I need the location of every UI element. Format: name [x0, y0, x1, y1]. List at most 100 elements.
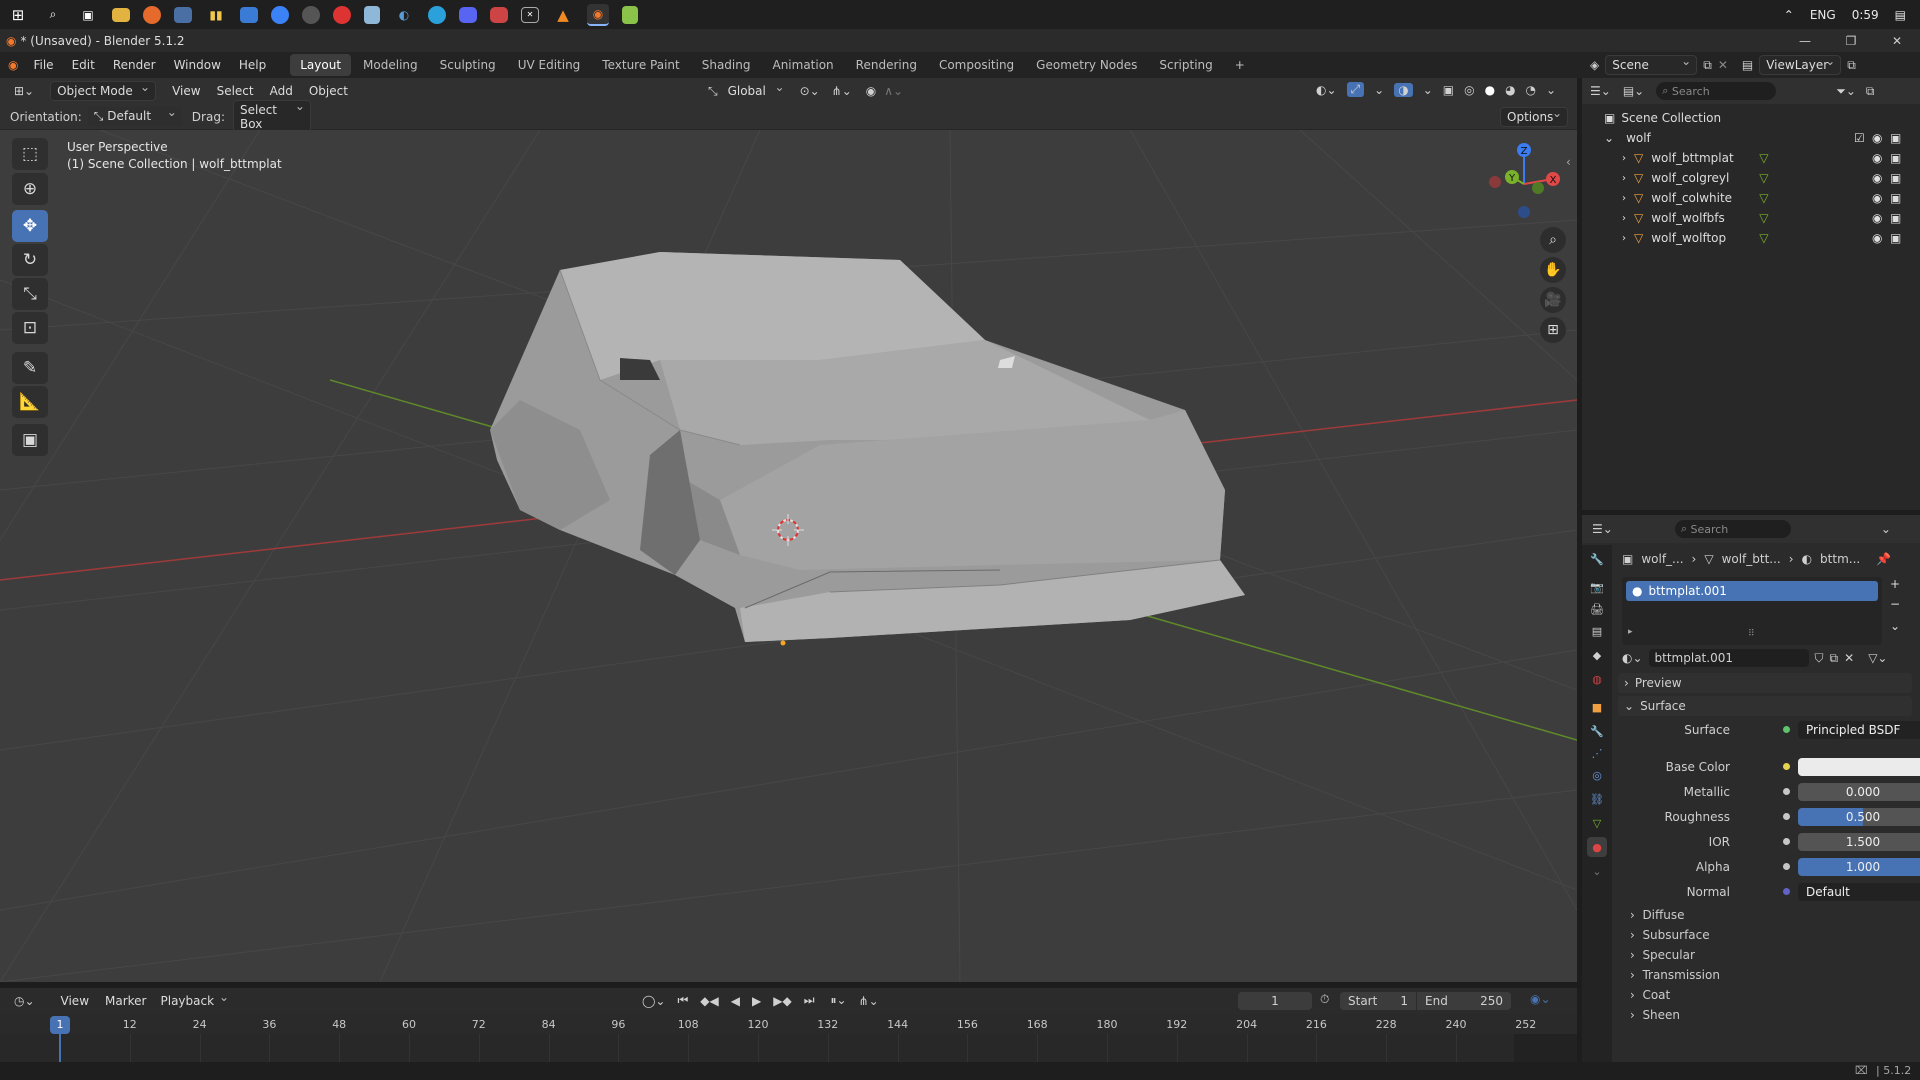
discord-icon[interactable] [459, 6, 477, 23]
timeline-editor-icon[interactable]: ◷⌄ [14, 994, 35, 1008]
filter-icon[interactable]: ⏷⌄ [1836, 84, 1856, 99]
sidebar-toggle-icon[interactable]: ‹ [1566, 155, 1571, 169]
xray-icon[interactable]: ▣ [1443, 83, 1454, 97]
tab-layout[interactable]: Layout [290, 54, 352, 76]
tab-shading[interactable]: Shading [692, 54, 761, 76]
auto-keying-icon[interactable]: ◯⌄ [642, 994, 665, 1008]
language-indicator[interactable]: ENG [1810, 8, 1836, 22]
eye-icon[interactable]: ◉ [1872, 151, 1882, 165]
mode-selector[interactable]: Object Mode [50, 80, 157, 101]
current-frame-field[interactable]: 1 [1238, 992, 1312, 1010]
resize-handle-icon[interactable]: ⠿ [1748, 629, 1755, 639]
preview-panel-header[interactable]: › Preview [1618, 673, 1912, 693]
expand-icon[interactable]: › [1622, 153, 1626, 164]
camera-icon[interactable]: ▣ [1890, 231, 1901, 245]
breadcrumb-material[interactable]: bttm... [1820, 552, 1860, 566]
scene-tab-icon[interactable]: ◆ [1587, 645, 1607, 665]
gizmo-z-label[interactable]: Z [1521, 146, 1528, 157]
outliner-object-row[interactable]: › ▽ wolf_wolfbfs ▽ ◉ ▣ [1582, 208, 1920, 228]
tab-sculpting[interactable]: Sculpting [430, 54, 506, 76]
mesh-data-icon[interactable]: ▽ [1759, 211, 1768, 225]
scene-collection-row[interactable]: ▣ Scene Collection [1582, 108, 1920, 128]
menu-help[interactable]: Help [230, 58, 275, 72]
playhead[interactable]: 1 [50, 1016, 70, 1034]
outliner-object-row[interactable]: › ▽ wolf_colwhite ▽ ◉ ▣ [1582, 188, 1920, 208]
camera-view-icon[interactable]: 🎥 [1540, 287, 1566, 313]
scene-selector[interactable]: Scene [1605, 54, 1698, 75]
snap-icon[interactable]: ⋔⌄ [832, 84, 852, 98]
rotate-tool[interactable]: ↻ [12, 244, 48, 276]
app-icon-9[interactable] [490, 6, 508, 23]
transform-tool[interactable]: ⊡ [12, 312, 48, 344]
data-tab-icon[interactable]: ▽ [1587, 813, 1607, 833]
jump-end-icon[interactable]: ⏭ [804, 993, 815, 1008]
timeline-menu-view[interactable]: View [53, 994, 97, 1008]
vlc-icon[interactable]: ▲ [552, 4, 574, 26]
visibility-icon[interactable]: ◐⌄ [1316, 83, 1337, 97]
tab-modeling[interactable]: Modeling [353, 54, 428, 76]
close-icon[interactable]: ✕ [1874, 30, 1920, 52]
collection-row-wolf[interactable]: ⌄ wolf ☑ ◉ ▣ [1582, 128, 1920, 148]
firefox-icon[interactable] [143, 5, 161, 24]
camera-icon[interactable]: ▣ [1890, 151, 1901, 165]
properties-editor-icon[interactable]: ☰⌄ [1592, 522, 1613, 536]
select-box-tool[interactable]: ⬚ [12, 138, 48, 170]
tab-uv-editing[interactable]: UV Editing [508, 54, 591, 76]
scene-icon[interactable]: ◈ [1590, 58, 1599, 72]
breadcrumb-object[interactable]: wolf_... [1641, 552, 1683, 566]
mesh-data-icon[interactable]: ▽ [1759, 171, 1768, 185]
link-type-icon[interactable]: ▽⌄ [1868, 651, 1887, 665]
add-cube-tool[interactable]: ▣ [12, 424, 48, 456]
sync-icon[interactable]: ◉⌄ [1530, 992, 1551, 1006]
jump-keyframe-back-icon[interactable]: ◆◀ [700, 994, 718, 1008]
minimize-icon[interactable]: — [1782, 30, 1828, 52]
tool-tab-icon[interactable]: 🔧 [1587, 549, 1607, 569]
properties-options-icon[interactable]: ⌄ [1881, 522, 1891, 536]
eye-icon[interactable]: ◉ [1872, 211, 1882, 225]
menu-object[interactable]: Object [301, 84, 356, 98]
surface-shader-field[interactable]: Principled BSDF [1798, 721, 1920, 739]
timeline-menu-playback[interactable]: Playback [155, 990, 235, 1010]
timeline-menu-marker[interactable]: Marker [97, 994, 154, 1008]
blender-taskbar-icon[interactable]: ◉ [587, 3, 609, 26]
eye-icon[interactable]: ◉ [1872, 191, 1882, 205]
render-tab-icon[interactable]: 📷 [1587, 577, 1607, 597]
task-view-icon[interactable]: ▣ [77, 4, 99, 26]
expand-icon[interactable]: › [1622, 213, 1626, 224]
app-icon-6[interactable] [333, 5, 351, 24]
tab-scripting[interactable]: Scripting [1149, 54, 1222, 76]
drag-selector[interactable]: Select Box [232, 99, 311, 134]
menu-add[interactable]: Add [262, 84, 301, 98]
solid-shading-icon[interactable]: ● [1485, 83, 1495, 97]
camera-icon[interactable]: ▣ [1890, 131, 1901, 145]
outliner-object-row[interactable]: › ▽ wolf_colgreyl ▽ ◉ ▣ [1582, 168, 1920, 188]
annotate-tool[interactable]: ✎ [12, 352, 48, 384]
app-icon-1[interactable] [174, 6, 192, 23]
scale-tool[interactable]: ⤡ [12, 278, 48, 310]
display-mode-icon[interactable]: ▤⌄ [1623, 84, 1644, 98]
mesh-data-icon[interactable]: ▽ [1759, 191, 1768, 205]
subpanel-header[interactable]: › Subsurface [1630, 928, 1710, 942]
object-tab-icon[interactable]: ■ [1587, 697, 1607, 717]
clock[interactable]: 0:59 [1852, 8, 1879, 22]
notification-icon[interactable]: ▤ [1895, 8, 1906, 22]
remove-slot-button[interactable]: − [1890, 597, 1900, 611]
expand-icon[interactable]: › [1622, 233, 1626, 244]
overlay-toggle-icon[interactable]: ◑ [1394, 82, 1413, 97]
material-name-field[interactable]: bttmplat.001 [1648, 649, 1809, 667]
app-icon-4[interactable] [271, 5, 289, 24]
subpanel-header[interactable]: › Coat [1630, 988, 1670, 1002]
outliner-object-row[interactable]: › ▽ wolf_bttmplat ▽ ◉ ▣ [1582, 148, 1920, 168]
fake-user-icon[interactable]: ⛉ [1815, 651, 1824, 666]
telegram-icon[interactable] [428, 5, 446, 24]
notepad-icon[interactable] [622, 5, 638, 24]
new-view-layer-icon[interactable]: ⧉ [1847, 58, 1856, 73]
breadcrumb-mesh[interactable]: wolf_btt... [1722, 552, 1781, 566]
overlay-dropdown-icon[interactable]: ⌄ [1423, 83, 1433, 97]
app-icon-8[interactable]: ◐ [393, 4, 415, 26]
car-model[interactable] [490, 252, 1245, 642]
menu-window[interactable]: Window [165, 58, 230, 72]
outliner-editor-icon[interactable]: ☰⌄ [1590, 84, 1611, 98]
remove-scene-icon[interactable]: ✕ [1718, 58, 1728, 72]
surface-panel-header[interactable]: ⌄ Surface [1618, 696, 1912, 716]
